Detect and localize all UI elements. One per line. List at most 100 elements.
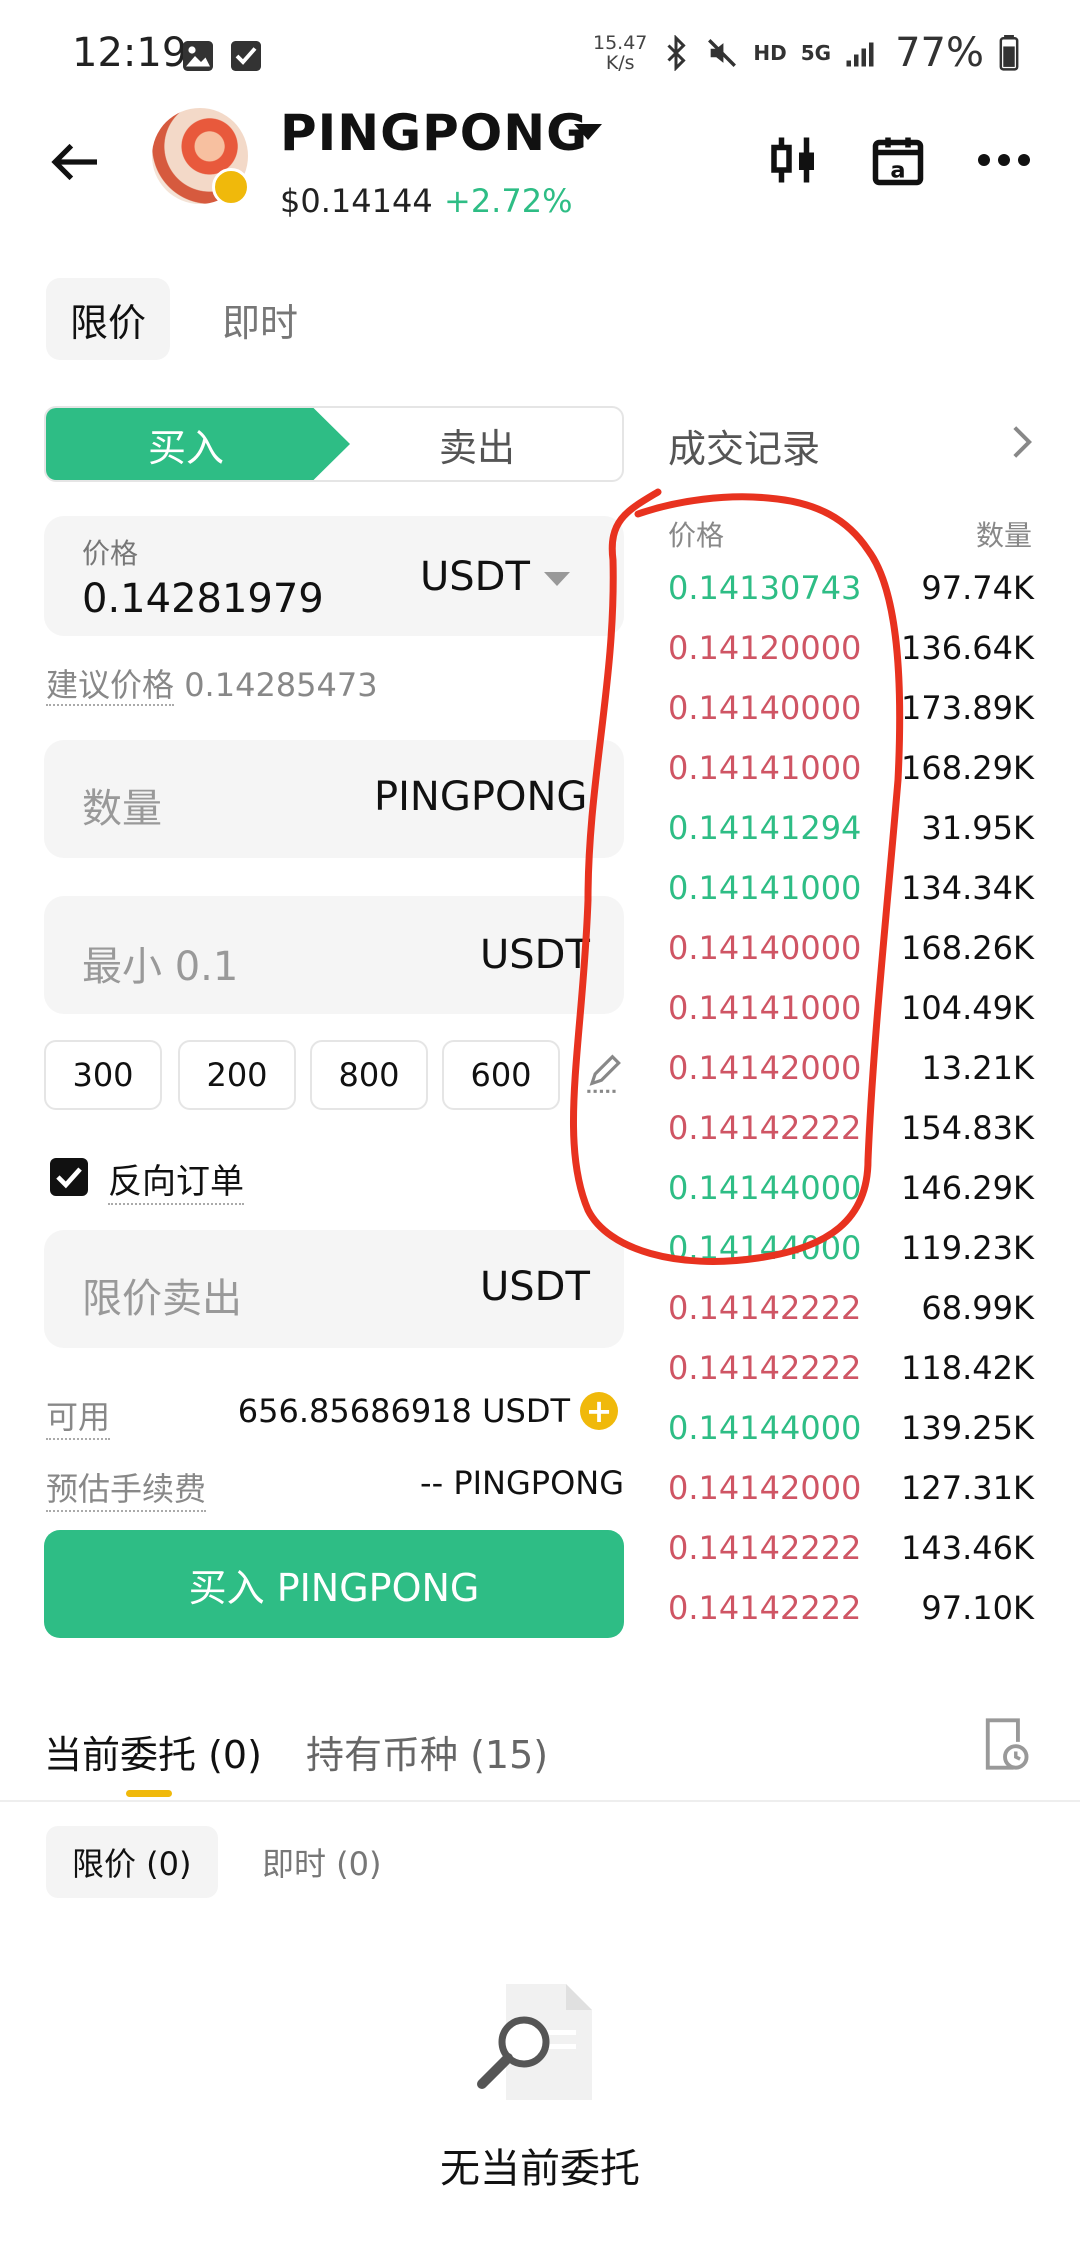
trade-qty: 139.25K xyxy=(901,1409,1034,1447)
trade-price: 0.14142000 xyxy=(668,1049,862,1087)
trade-qty: 68.99K xyxy=(921,1289,1034,1327)
trade-row: 0.14140000 173.89K xyxy=(668,678,1034,738)
fee-label: 预估手续费 xyxy=(46,1464,207,1512)
network-type: 5G xyxy=(800,41,832,65)
suggested-price[interactable]: 建议价格 0.14285473 xyxy=(46,660,378,706)
deposit-plus-icon[interactable]: + xyxy=(580,1392,618,1430)
empty-search-document-icon xyxy=(477,1984,592,2100)
fee-value: -- PINGPONG xyxy=(420,1464,624,1502)
trade-price: 0.14140000 xyxy=(668,689,862,727)
trade-price: 0.14141000 xyxy=(668,989,862,1027)
trade-row: 0.14144000 119.23K xyxy=(668,1218,1034,1278)
trade-row: 0.14141000 134.34K xyxy=(668,858,1034,918)
price-input[interactable]: 0.14281979 xyxy=(82,576,324,622)
trade-history-link[interactable]: 成交记录 xyxy=(668,418,820,473)
reverse-order-checkbox[interactable] xyxy=(50,1158,88,1196)
token-change: +2.72% xyxy=(444,182,573,220)
trade-price: 0.14142222 xyxy=(668,1529,862,1567)
edit-presets-icon[interactable] xyxy=(584,1052,622,1096)
subtab-limit[interactable]: 限价 (0) xyxy=(46,1826,218,1898)
trade-price: 0.14142222 xyxy=(668,1589,862,1627)
tab-current-orders[interactable]: 当前委托 (0) xyxy=(44,1724,262,1779)
trade-price: 0.14120000 xyxy=(668,629,862,667)
signal-icon xyxy=(846,42,874,67)
trade-row: 0.14142222 118.42K xyxy=(668,1338,1034,1398)
trade-qty: 97.10K xyxy=(921,1589,1034,1627)
more-options-icon[interactable] xyxy=(974,130,1034,190)
trade-qty: 104.49K xyxy=(901,989,1034,1027)
preset-button[interactable]: 600 xyxy=(442,1040,560,1110)
limit-sell-input[interactable]: 限价卖出 xyxy=(82,1266,242,1324)
trade-row: 0.14142000 13.21K xyxy=(668,1038,1034,1098)
trade-qty: 119.23K xyxy=(901,1229,1034,1267)
battery-icon xyxy=(999,35,1019,71)
back-arrow-icon[interactable] xyxy=(48,134,104,190)
tab-limit[interactable]: 限价 xyxy=(46,278,171,360)
trade-price: 0.14141294 xyxy=(668,809,862,847)
trade-qty: 154.83K xyxy=(901,1109,1034,1147)
preset-button[interactable]: 800 xyxy=(310,1040,428,1110)
trade-price: 0.14141000 xyxy=(668,749,862,787)
trade-row: 0.14140000 168.26K xyxy=(668,918,1034,978)
preset-button[interactable]: 300 xyxy=(44,1040,162,1110)
trade-row: 0.14141294 31.95K xyxy=(668,798,1034,858)
chevron-right-icon[interactable] xyxy=(1010,424,1034,460)
trade-qty: 173.89K xyxy=(901,689,1034,727)
tab-instant[interactable]: 即时 xyxy=(198,278,322,360)
reverse-order-label[interactable]: 反向订单 xyxy=(108,1154,244,1205)
trades-list: 0.14130743 97.74K 0.14120000 136.64K 0.14140… xyxy=(668,558,1034,1638)
trade-price: 0.14130743 xyxy=(668,569,862,607)
calendar-icon[interactable]: a xyxy=(868,130,928,190)
trade-price: 0.14144000 xyxy=(668,1169,862,1207)
trade-row: 0.14142222 143.46K xyxy=(668,1518,1034,1578)
empty-state-text: 无当前委托 xyxy=(440,2146,640,2192)
order-history-icon[interactable] xyxy=(980,1716,1030,1772)
available-label: 可用 xyxy=(46,1392,111,1440)
candlestick-chart-icon[interactable] xyxy=(764,130,824,190)
trade-qty: 146.29K xyxy=(901,1169,1034,1207)
trade-qty: 13.21K xyxy=(921,1049,1034,1087)
trade-qty: 97.74K xyxy=(921,569,1034,607)
quantity-input[interactable]: 数量 xyxy=(82,776,162,834)
trade-row: 0.14120000 136.64K xyxy=(668,618,1034,678)
bluetooth-icon xyxy=(667,35,687,71)
total-unit: USDT xyxy=(480,932,590,978)
subtab-instant[interactable]: 即时 (0) xyxy=(236,1826,408,1898)
trade-row: 0.14144000 139.25K xyxy=(668,1398,1034,1458)
token-name[interactable]: PINGPONG xyxy=(280,104,588,162)
net-speed: 15.47 K/s xyxy=(593,32,648,74)
trade-qty: 136.64K xyxy=(901,629,1034,667)
available-value: 656.85686918 USDT xyxy=(237,1392,570,1430)
trade-row: 0.14142000 127.31K xyxy=(668,1458,1034,1518)
chain-badge-icon xyxy=(212,168,250,206)
suggested-price-value: 0.14285473 xyxy=(184,666,378,704)
trade-qty: 31.95K xyxy=(921,809,1034,847)
sell-toggle[interactable]: 卖出 xyxy=(332,408,622,480)
trade-price: 0.14144000 xyxy=(668,1229,862,1267)
trades-qty-header: 数量 xyxy=(976,519,1033,552)
trade-row: 0.14142222 154.83K xyxy=(668,1098,1034,1158)
checkbox-notification-icon xyxy=(231,41,261,71)
preset-button[interactable]: 200 xyxy=(178,1040,296,1110)
unit-dropdown-icon[interactable] xyxy=(544,572,570,586)
buy-toggle[interactable]: 买入 xyxy=(46,408,350,480)
tab-holdings[interactable]: 持有币种 (15) xyxy=(306,1724,548,1779)
mute-icon xyxy=(708,39,737,67)
trade-price: 0.14144000 xyxy=(668,1409,862,1447)
svg-text:a: a xyxy=(890,158,905,184)
status-time: 12:19 xyxy=(72,30,188,76)
battery-percent: 77% xyxy=(895,30,984,76)
buy-submit-button[interactable]: 买入 PINGPONG xyxy=(44,1530,624,1638)
token-price: $0.14144 xyxy=(280,182,433,220)
trade-row: 0.14130743 97.74K xyxy=(668,558,1034,618)
price-unit[interactable]: USDT xyxy=(420,554,530,600)
total-input[interactable]: 最小 0.1 xyxy=(82,934,238,992)
hd-indicator: HD xyxy=(753,41,787,65)
trade-qty: 134.34K xyxy=(901,869,1034,907)
side-toggle: 买入 卖出 xyxy=(44,406,624,482)
trade-row: 0.14144000 146.29K xyxy=(668,1158,1034,1218)
trade-qty: 118.42K xyxy=(901,1349,1034,1387)
active-tab-indicator xyxy=(126,1790,172,1797)
token-dropdown-icon[interactable] xyxy=(574,124,602,140)
divider xyxy=(0,1800,1080,1802)
